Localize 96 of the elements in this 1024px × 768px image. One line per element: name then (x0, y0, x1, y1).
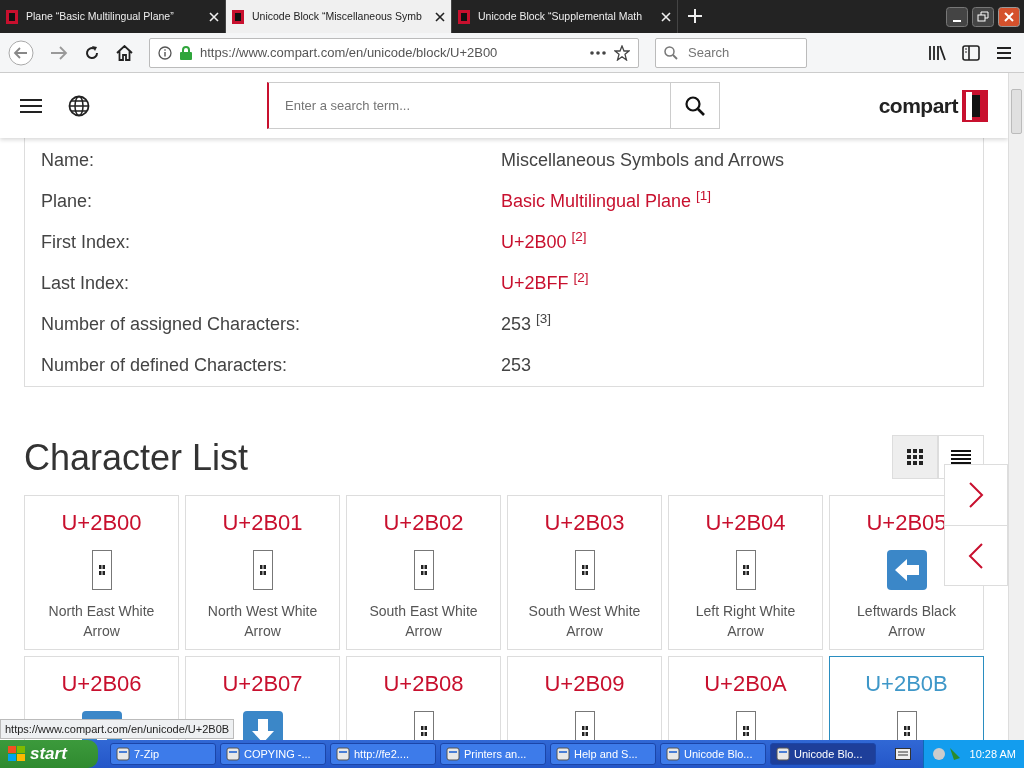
scrollbar[interactable] (1008, 73, 1024, 740)
grid-view-button[interactable] (892, 435, 938, 479)
field-value: Miscellaneous Symbols and Arrows (501, 149, 785, 172)
character-code: U+2B03 (544, 509, 625, 537)
character-name: North East White Arrow (47, 602, 156, 641)
field-label: Plane: (41, 190, 94, 213)
character-code: U+2B04 (705, 509, 786, 537)
search-icon (685, 95, 705, 116)
taskbar-item[interactable]: 7-Zip (110, 743, 216, 765)
app-icon (226, 747, 240, 761)
menu-icon[interactable] (20, 97, 42, 114)
taskbar-item[interactable]: http://fe2.... (330, 743, 436, 765)
info-icon[interactable] (158, 45, 172, 60)
character-code: U+2B00 (61, 509, 142, 537)
lock-icon (180, 45, 192, 60)
restore-icon[interactable] (972, 6, 994, 27)
close-icon[interactable] (435, 11, 445, 22)
character-name: North West White Arrow (206, 602, 319, 641)
character-card[interactable]: U+2B0B (829, 656, 984, 740)
minimize-icon[interactable] (946, 6, 968, 27)
site-logo-icon (458, 9, 470, 24)
character-code: U+2B0A (704, 670, 787, 698)
logo-icon[interactable] (962, 89, 988, 122)
value-link[interactable]: U+2B00 $^{[2]}$ (501, 229, 587, 256)
browser-tab[interactable]: Unicode Block “Miscellaneous Symb (226, 0, 452, 33)
field-value: 253 $^{[3]}$ (501, 311, 552, 336)
character-card[interactable]: U+2B08 (346, 656, 501, 740)
menu-icon[interactable] (996, 45, 1012, 60)
globe-icon[interactable] (68, 94, 90, 117)
app-icon (336, 747, 350, 761)
character-card[interactable]: U+2B03 South West White Arrow (507, 495, 662, 650)
character-name: South East White Arrow (368, 602, 479, 641)
star-icon[interactable] (614, 44, 630, 61)
taskbar-item[interactable]: Help and S... (550, 743, 656, 765)
character-name: Leftwards Black Arrow (856, 602, 957, 641)
character-card[interactable]: U+2B00 North East White Arrow (24, 495, 179, 650)
app-icon (116, 747, 130, 761)
home-icon[interactable] (116, 44, 133, 61)
field-label: Last Index: (41, 272, 131, 295)
value-link[interactable]: U+2BFF $^{[2]}$ (501, 270, 589, 297)
character-code: U+2B09 (544, 670, 625, 698)
app-icon (666, 747, 680, 761)
search-input[interactable]: Search (686, 41, 796, 64)
site-logo-icon (232, 9, 244, 24)
character-code: U+2B02 (383, 509, 464, 537)
reload-icon[interactable] (84, 44, 100, 61)
search-field[interactable]: Search (655, 37, 807, 68)
start-button[interactable]: start (0, 740, 98, 768)
app-icon (776, 747, 790, 761)
field-label: First Index: (41, 231, 132, 254)
character-card[interactable]: U+2B09 (507, 656, 662, 740)
character-card[interactable]: U+2B02 South East White Arrow (346, 495, 501, 650)
field-value: 253 (501, 354, 532, 377)
app-icon (446, 747, 460, 761)
forward-icon[interactable] (50, 44, 68, 61)
address-bar[interactable]: https://www.compart.com/en/unicode/block/U+2B00 (149, 37, 639, 68)
character-card[interactable]: U+2B01 North West White Arrow (185, 495, 340, 650)
character-code: U+2B07 (222, 670, 303, 698)
taskbar-item[interactable]: Unicode Blo... (660, 743, 766, 765)
field-label: Number of assigned Characters: (41, 313, 302, 336)
windows-logo-icon (8, 746, 26, 762)
grid-icon (907, 449, 923, 465)
library-icon[interactable] (928, 44, 946, 61)
more-icon[interactable] (590, 50, 606, 55)
search-button[interactable] (671, 82, 720, 129)
sidebar-icon[interactable] (962, 44, 980, 61)
keyboard-icon[interactable] (894, 748, 911, 760)
field-label: Name: (41, 149, 95, 172)
close-icon[interactable] (998, 6, 1020, 27)
clock: 10:28 AM (969, 746, 1016, 762)
logo-text[interactable]: compart (878, 89, 958, 122)
character-card[interactable]: U+2B0A (668, 656, 823, 740)
character-code: U+2B0B (865, 670, 948, 698)
list-icon (951, 450, 971, 464)
field-label: Number of defined Characters: (41, 354, 289, 377)
taskbar-item[interactable]: Printers an... (440, 743, 546, 765)
character-card[interactable]: U+2B04 Left Right White Arrow (668, 495, 823, 650)
chevron-left-icon (966, 541, 986, 570)
new-tab-icon[interactable] (688, 9, 702, 23)
search-icon (664, 45, 678, 60)
back-icon[interactable] (8, 39, 34, 66)
app-icon (556, 747, 570, 761)
character-code: U+2B01 (222, 509, 303, 537)
status-url: https://www.compart.com/en/unicode/U+2B0B (0, 718, 235, 739)
taskbar-item[interactable]: Unicode Blo... (770, 743, 876, 765)
site-logo-icon (6, 9, 18, 24)
character-name: South West White Arrow (527, 602, 642, 641)
character-name: Left Right White Arrow (694, 602, 797, 641)
tray-icon[interactable] (931, 746, 962, 762)
section-heading: Character List (24, 435, 249, 479)
character-code: U+2B08 (383, 670, 464, 698)
value-link[interactable]: Basic Multilingual Plane $^{[1]}$ (501, 188, 712, 215)
taskbar-item[interactable]: COPYING -... (220, 743, 326, 765)
character-code: U+2B05 (866, 509, 947, 537)
character-code: U+2B06 (61, 670, 142, 698)
chevron-right-icon (966, 481, 986, 509)
